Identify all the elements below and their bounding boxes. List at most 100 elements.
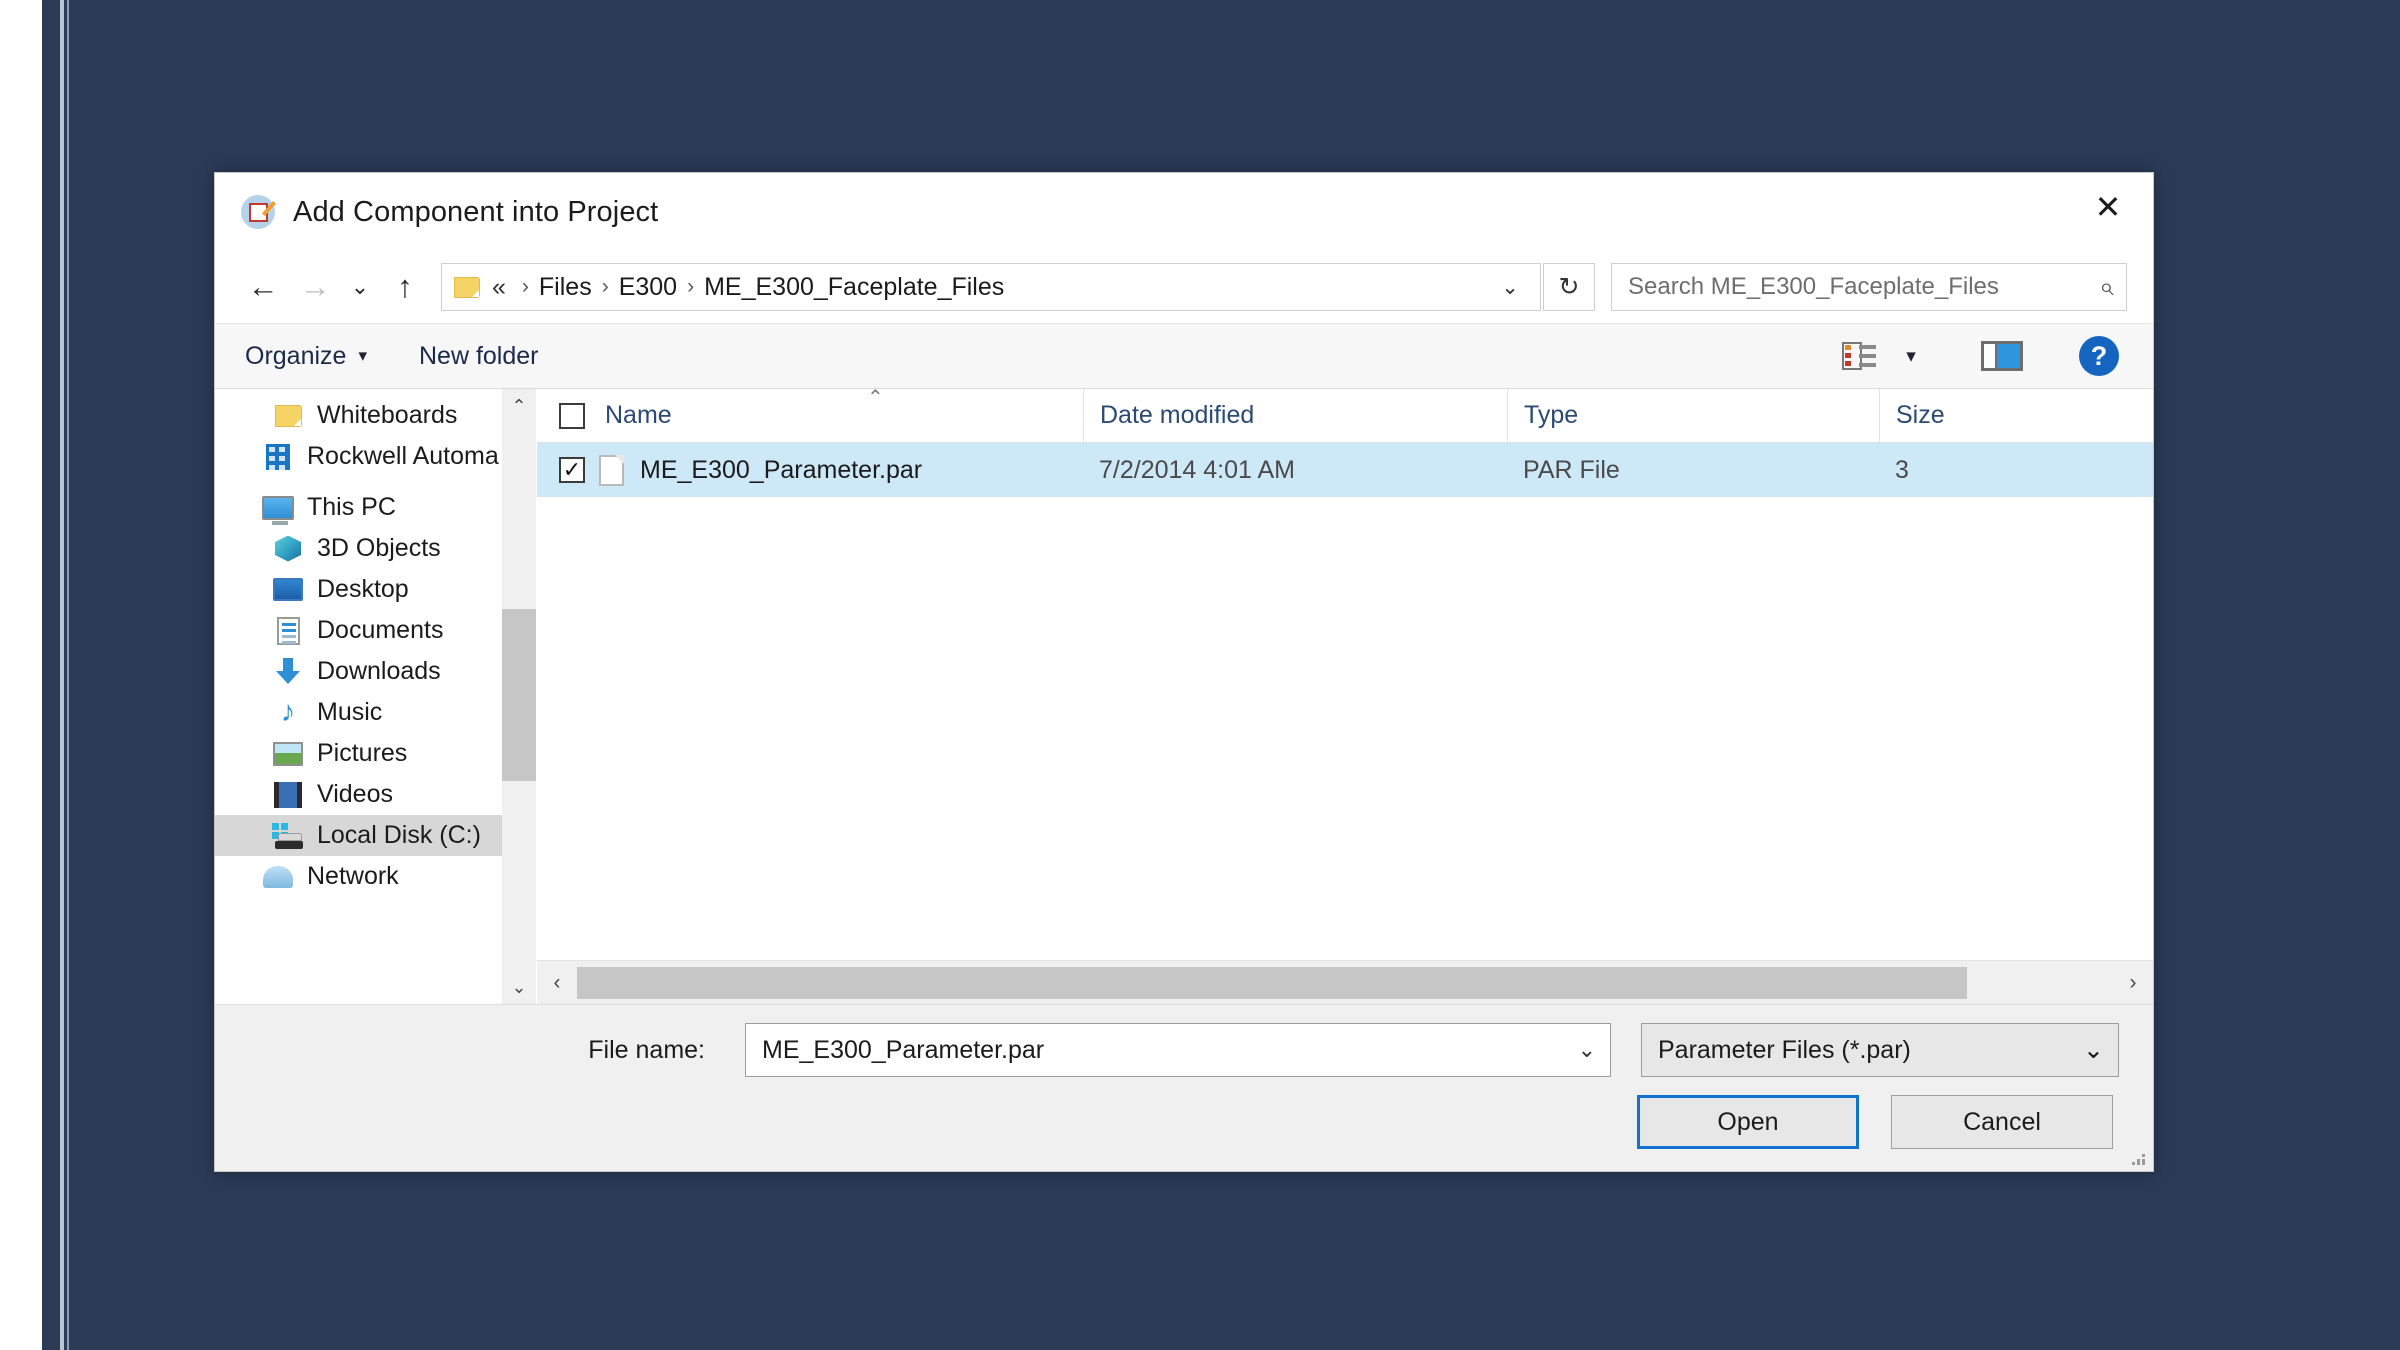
address-dropdown-chevron-down-icon[interactable]: ⌄ [1486,264,1534,310]
preview-pane-icon [1981,341,2023,371]
sidebar-item-label: Network [307,862,399,890]
open-button[interactable]: Open [1637,1095,1859,1149]
sidebar-item-pictures[interactable]: Pictures [215,733,502,774]
sidebar-item-label: Local Disk (C:) [317,821,481,849]
file-list-horizontal-scrollbar[interactable]: ‹ › [537,960,2153,1004]
file-type-filter-select[interactable]: Parameter Files (*.par) ⌄ [1641,1023,2119,1077]
sidebar-item-network[interactable]: Network [215,856,502,897]
desktop-divider-line-2 [67,0,69,1350]
sidebar-item-this-pc[interactable]: This PC [215,487,502,528]
file-list-empty-area[interactable] [537,497,2153,960]
navigation-pane-scrollbar[interactable]: ⌃ ⌄ [502,389,536,1004]
network-icon [261,865,295,888]
scroll-up-icon[interactable]: ⌃ [502,389,536,423]
command-bar: Organize ▾ New folder ▾ ? [215,323,2153,389]
breadcrumb-separator: › [601,275,609,298]
scroll-right-icon[interactable]: › [2113,971,2153,995]
view-options-button[interactable] [1833,330,1885,382]
sidebar-item-label: Whiteboards [317,401,458,429]
sidebar-item-label: 3D Objects [317,534,441,562]
sidebar-item-local-disk-c[interactable]: Local Disk (C:) [215,815,502,856]
sidebar-item-label: Videos [317,780,393,808]
breadcrumb-separator: › [521,275,529,298]
cell-date-modified: 7/2/2014 4:01 AM [1099,455,1295,484]
column-header-label: Name [605,401,672,429]
dialog-title: Add Component into Project [293,195,659,228]
dialog-title-bar: Add Component into Project ✕ [215,173,2153,251]
scrollbar-thumb[interactable] [502,609,536,781]
sidebar-item-downloads[interactable]: Downloads [215,651,502,692]
new-folder-label: New folder [419,341,539,370]
breadcrumb-trail: « › Files › E300 › ME_E300_Faceplate_Fil… [492,273,1004,302]
recent-locations-chevron-down-icon[interactable]: ⌄ [341,261,379,313]
help-button[interactable]: ? [2071,330,2127,382]
column-header-row: ⌃ Name Date modified Type Size [537,387,2153,443]
scrollbar-track[interactable] [502,423,536,970]
sidebar-item-rockwell-automation[interactable]: Rockwell Automa [215,436,502,477]
sort-ascending-icon: ⌃ [867,387,884,409]
help-icon: ? [2079,336,2119,376]
computer-icon [261,495,295,525]
sidebar-item-label: Music [317,698,383,726]
videos-icon [271,781,305,808]
column-header-date-modified[interactable]: Date modified [1083,389,1507,442]
sidebar-item-label: Documents [317,616,444,644]
search-input[interactable]: Search ME_E300_Faceplate_Files ⌕ [1611,263,2127,311]
dialog-body: Whiteboards Rockwell Automa This PC 3D O… [215,387,2153,1004]
column-header-name[interactable]: Name [537,389,1083,442]
breadcrumb-item-2[interactable]: ME_E300_Faceplate_Files [704,273,1004,302]
column-header-size[interactable]: Size [1879,389,2153,442]
table-row[interactable]: ✓ ME_E300_Parameter.par 7/2/2014 4:01 AM… [537,443,2153,497]
sidebar-item-desktop[interactable]: Desktop [215,569,502,610]
sidebar-item-documents[interactable]: Documents [215,610,502,651]
organize-button[interactable]: Organize ▾ [245,342,367,371]
folder-icon [454,276,480,298]
view-options-chevron-down-icon[interactable]: ▾ [1885,330,1937,382]
breadcrumb-item-0[interactable]: Files [539,273,592,302]
file-name-input[interactable]: ME_E300_Parameter.par ⌄ [745,1023,1611,1077]
cell-type: PAR File [1523,455,1620,484]
desktop-icon [271,578,305,601]
refresh-button[interactable]: ↻ [1543,263,1595,311]
sidebar-item-label: Desktop [317,575,409,603]
chevron-down-icon[interactable]: ⌄ [1578,1037,1596,1063]
sidebar-item-videos[interactable]: Videos [215,774,502,815]
scroll-down-icon[interactable]: ⌄ [502,970,536,1004]
documents-icon [271,616,305,645]
desktop-divider-line [60,0,64,1350]
up-button[interactable]: ↑ [379,261,431,313]
breadcrumb-item-1[interactable]: E300 [619,273,677,302]
scroll-left-icon[interactable]: ‹ [537,971,577,995]
sidebar-item-label: Pictures [317,739,408,767]
folder-icon [271,404,305,427]
breadcrumb[interactable]: « › Files › E300 › ME_E300_Faceplate_Fil… [441,263,1541,311]
close-icon[interactable]: ✕ [2063,173,2153,241]
file-type-filter-value: Parameter Files (*.par) [1658,1035,1911,1064]
file-name-label: ME_E300_Parameter.par [640,455,923,484]
row-checkbox[interactable]: ✓ [559,457,585,483]
sidebar-item-3d-objects[interactable]: 3D Objects [215,528,502,569]
select-all-checkbox[interactable] [559,402,585,429]
column-header-label: Date modified [1100,401,1255,429]
chevron-down-icon: ▾ [358,346,367,365]
back-button[interactable]: ← [237,261,289,313]
sidebar-item-label: Downloads [317,657,441,685]
search-placeholder: Search ME_E300_Faceplate_Files [1628,273,1999,300]
file-name-value: ME_E300_Parameter.par [762,1035,1045,1064]
breadcrumb-separator: › [687,275,695,298]
cell-size: 3 [1895,455,1909,484]
search-icon: ⌕ [2099,271,2114,301]
sidebar-item-whiteboards[interactable]: Whiteboards [215,395,502,436]
file-icon [599,454,624,486]
sidebar-item-music[interactable]: ♪ Music [215,692,502,733]
column-header-type[interactable]: Type [1507,389,1879,442]
resize-grip[interactable] [2129,1149,2145,1165]
scrollbar-track[interactable] [577,961,2113,1005]
breadcrumb-overflow[interactable]: « [492,273,506,302]
scrollbar-thumb[interactable] [577,966,1967,999]
cancel-button[interactable]: Cancel [1891,1095,2113,1149]
preview-pane-button[interactable] [1973,330,2031,382]
desktop-left-strip [0,0,42,1350]
forward-button[interactable]: → [289,261,341,313]
new-folder-button[interactable]: New folder [419,342,539,371]
